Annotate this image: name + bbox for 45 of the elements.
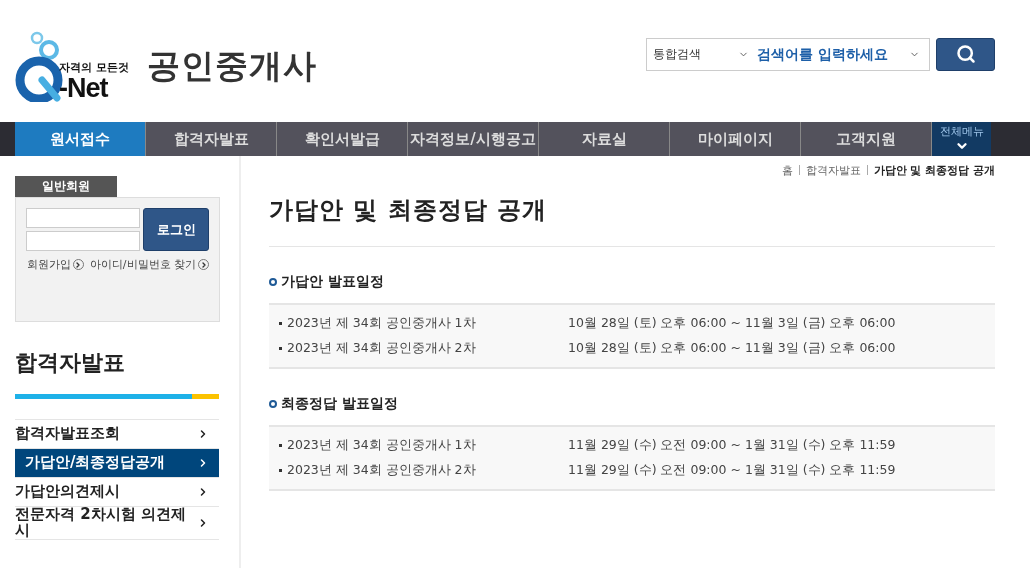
bullet-icon: [279, 347, 282, 350]
site-title: 공인중개사: [146, 44, 317, 87]
search-bar[interactable]: 통합검색 검색어를 입력하세요: [646, 37, 930, 71]
logo-tagline: 자격의 모든것: [59, 60, 129, 75]
nav-tab[interactable]: 자격정보/시행공고: [408, 122, 539, 156]
nav-tab[interactable]: 원서접수: [15, 122, 146, 156]
login-link[interactable]: 회원가입: [26, 257, 84, 272]
exam-name: 2023년 제 34회 공인중개사 1차: [287, 315, 477, 332]
sidebar-item[interactable]: 가답안/최종정답공개: [15, 449, 219, 478]
sidebar-item[interactable]: 전문자격 2차시험 의견제시: [15, 507, 219, 540]
exam-name: 2023년 제 34회 공인중개사 2차: [287, 462, 477, 479]
exam-name: 2023년 제 34회 공인중개사 1차: [287, 437, 477, 454]
id-field[interactable]: [26, 208, 140, 228]
breadcrumb-link[interactable]: 홈: [781, 162, 793, 178]
page-title: 가답안 및 최종정답 공개: [269, 194, 995, 247]
bullet-icon: [279, 469, 282, 472]
ring-bullet-icon: [269, 278, 277, 286]
exam-name: 2023년 제 34회 공인중개사 2차: [287, 340, 477, 357]
section-title: 가답안 발표일정: [281, 273, 384, 291]
sidebar-title: 합격자발표: [15, 349, 126, 377]
nav-tab[interactable]: 확인서발급: [277, 122, 408, 156]
schedule-period: 11월 29일 (수) 오전 09:00 ~ 1월 31일 (수) 오후 11:59: [568, 462, 896, 479]
search-button[interactable]: [936, 37, 995, 71]
nav-tab[interactable]: 고객지원: [801, 122, 932, 156]
breadcrumb-link[interactable]: 가답안 및 최종정답 공개: [873, 162, 995, 178]
login-button[interactable]: 로그인: [143, 208, 209, 251]
bullet-icon: [279, 444, 282, 447]
nav-tab[interactable]: 합격자발표: [146, 122, 277, 156]
all-menu-button[interactable]: 전체메뉴: [932, 122, 991, 156]
schedule-period: 10월 28일 (토) 오후 06:00 ~ 11월 3일 (금) 오후 06:00: [568, 315, 896, 332]
section-title: 최종정답 발표일정: [281, 395, 398, 413]
sidebar-item[interactable]: 가답안의견제시: [15, 478, 219, 507]
login-link[interactable]: 아이디/비밀번호 찾기: [89, 257, 209, 272]
login-tab[interactable]: 일반회원: [15, 176, 117, 197]
breadcrumb-link[interactable]: 합격자발표: [805, 162, 861, 178]
nav-tab[interactable]: 마이페이지: [670, 122, 801, 156]
ring-bullet-icon: [269, 400, 277, 408]
scope-dropdown[interactable]: 통합검색: [653, 45, 749, 63]
schedule-period: 10월 28일 (토) 오후 06:00 ~ 11월 3일 (금) 오후 06:00: [568, 340, 896, 357]
bullet-icon: [279, 322, 282, 325]
password-field[interactable]: [26, 231, 140, 251]
logo-text: -Net: [59, 75, 108, 102]
nav-tab[interactable]: 자료실: [539, 122, 670, 156]
search-icon: [955, 44, 976, 64]
schedule-period: 11월 29일 (수) 오전 09:00 ~ 1월 31일 (수) 오후 11:59: [568, 437, 896, 454]
